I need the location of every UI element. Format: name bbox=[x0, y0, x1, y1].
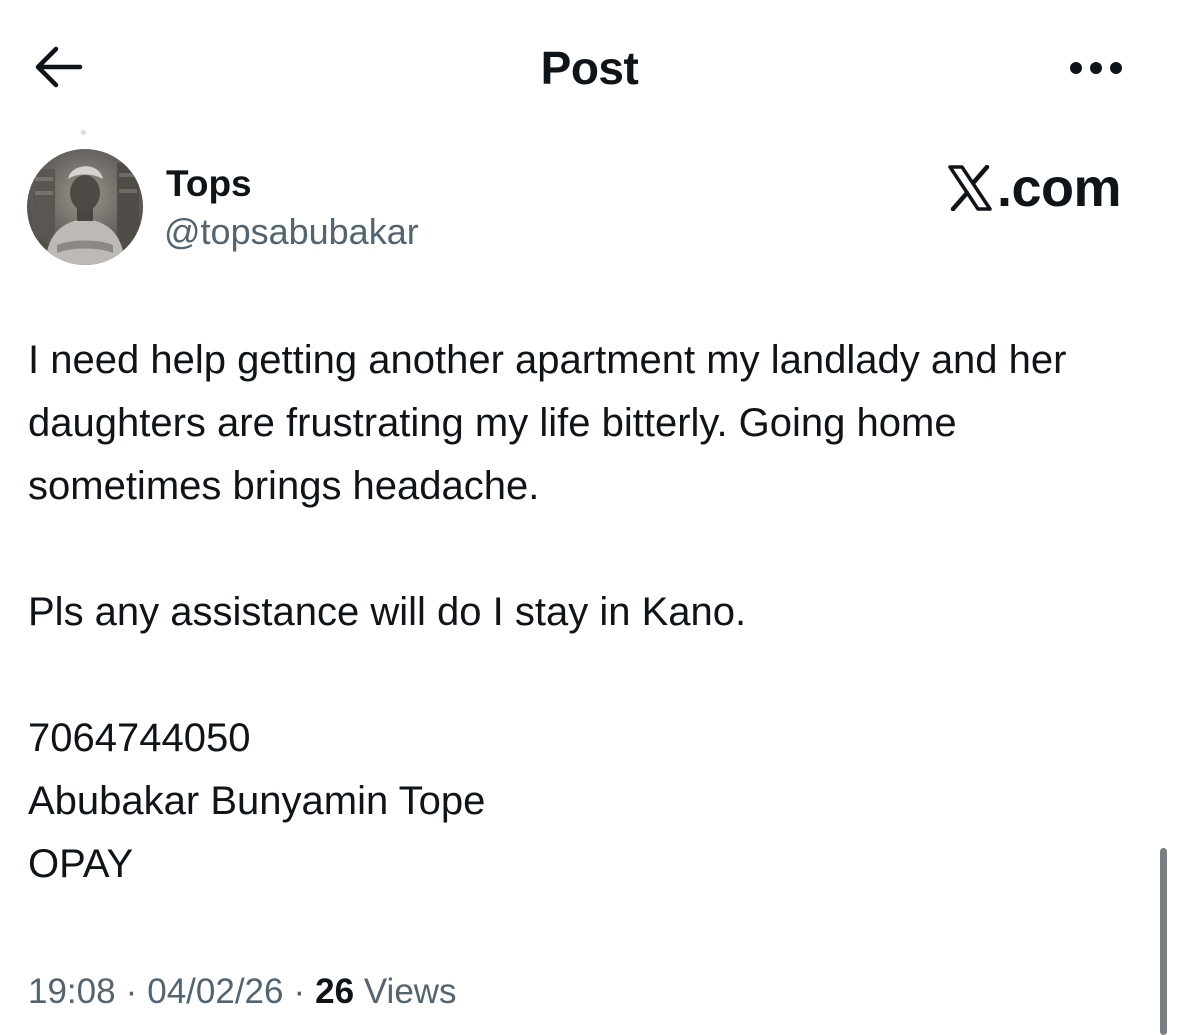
post-line-bank: OPAY bbox=[28, 842, 134, 886]
meta-separator: · bbox=[293, 972, 306, 1011]
post-text: I need help getting another apartment my… bbox=[28, 329, 1148, 896]
x-com-watermark: .com bbox=[947, 156, 1122, 220]
post-paragraph: Pls any assistance will do I stay in Kan… bbox=[28, 590, 747, 634]
page-title: Post bbox=[540, 42, 639, 94]
post-metadata: 19:08 · 04/02/26 · 26 Views bbox=[28, 968, 457, 1016]
more-options-button[interactable] bbox=[1060, 48, 1132, 88]
post-paragraph: I need help getting another apartment my… bbox=[28, 338, 1067, 508]
views-count[interactable]: 26 bbox=[315, 972, 354, 1011]
post-date[interactable]: 04/02/26 bbox=[147, 972, 283, 1011]
scrollbar[interactable] bbox=[1160, 848, 1167, 1035]
profile-photo bbox=[27, 149, 143, 265]
views-label[interactable]: Views bbox=[364, 972, 457, 1011]
x-logo-icon bbox=[948, 165, 992, 211]
author-handle[interactable]: @topsabubakar bbox=[164, 208, 419, 256]
post-time[interactable]: 19:08 bbox=[28, 972, 116, 1011]
watermark-domain: .com bbox=[996, 158, 1122, 218]
thread-connector bbox=[81, 130, 86, 135]
top-bar: Post bbox=[0, 0, 1179, 130]
author-display-name[interactable]: Tops bbox=[166, 160, 252, 208]
post-line-account-number: 7064744050 bbox=[28, 716, 251, 760]
avatar[interactable] bbox=[27, 149, 143, 265]
post-line-account-name: Abubakar Bunyamin Tope bbox=[28, 779, 486, 823]
meta-separator: · bbox=[125, 972, 138, 1011]
more-horizontal-icon bbox=[1070, 62, 1122, 74]
